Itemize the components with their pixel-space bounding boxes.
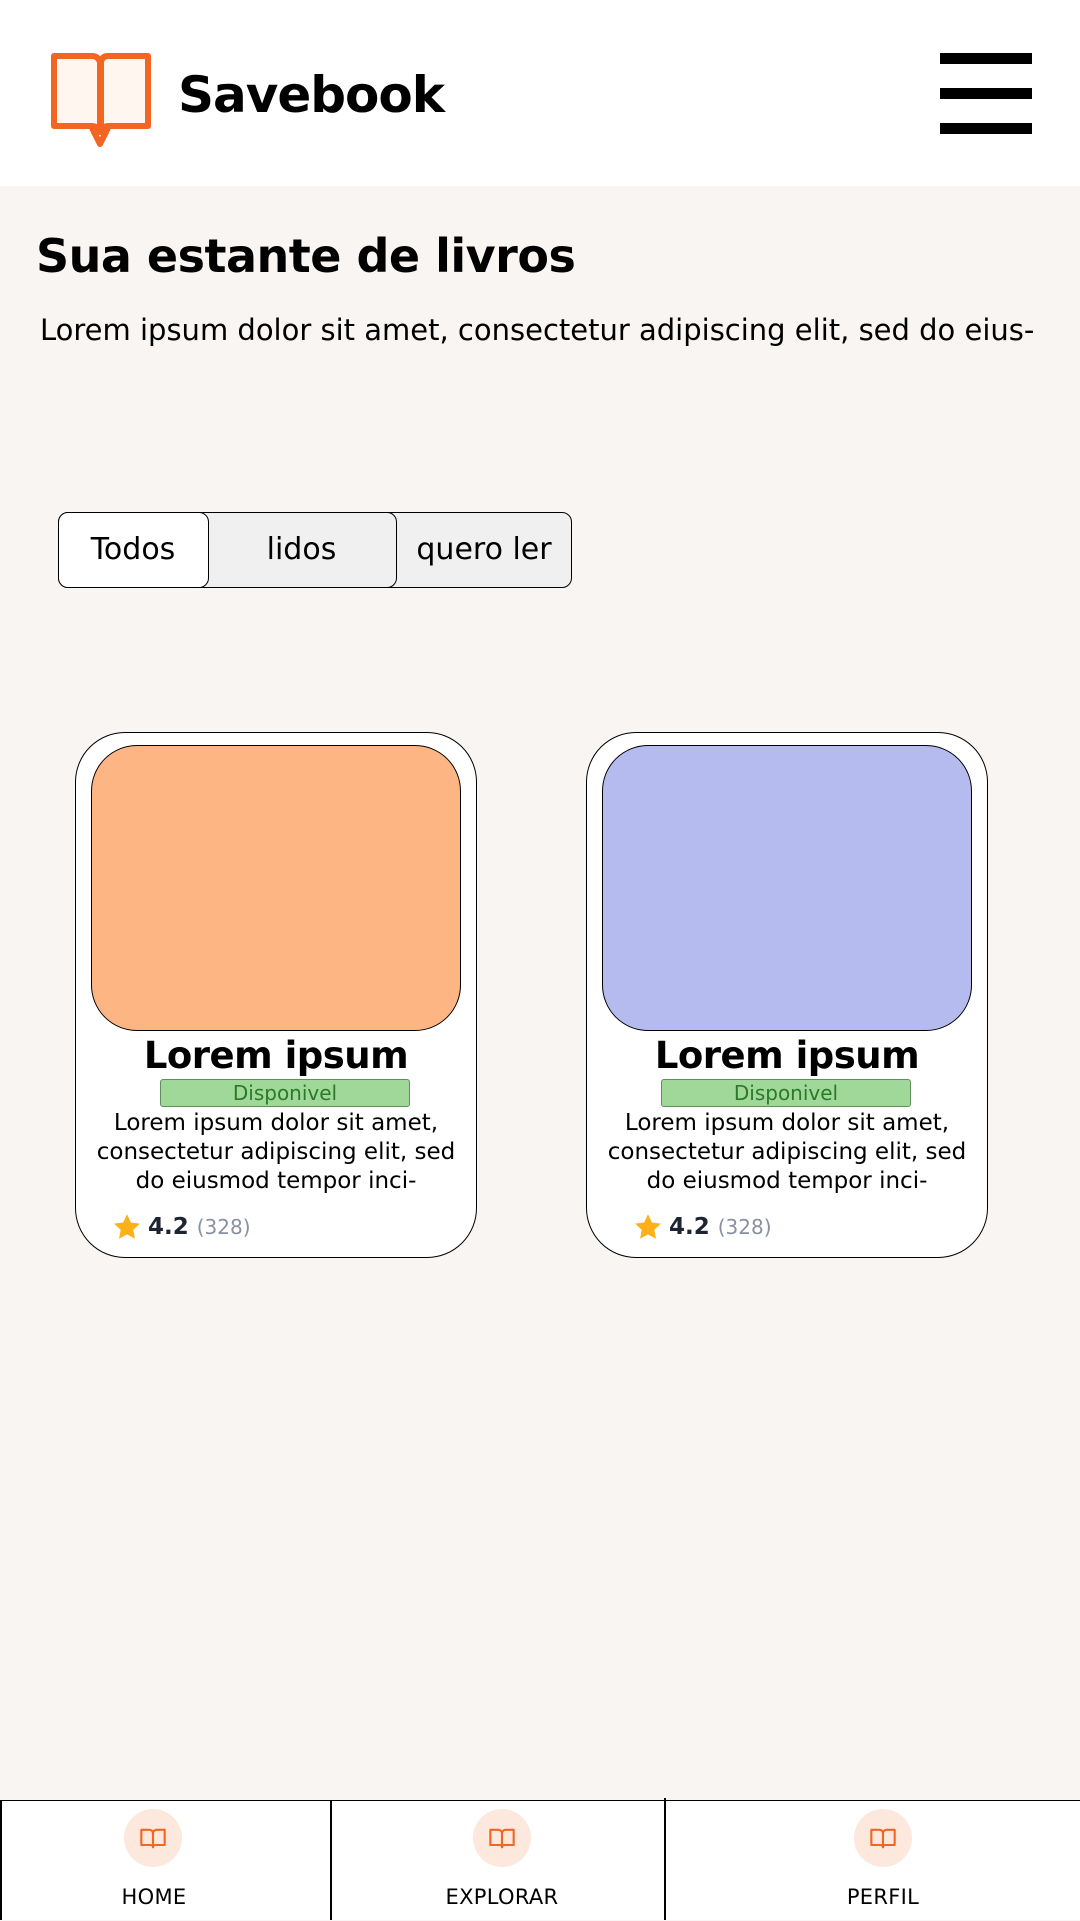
book-title: Lorem ipsum xyxy=(143,1034,409,1077)
page-title: Sua estante de livros xyxy=(36,229,576,283)
review-count: (328) xyxy=(717,1215,772,1239)
app-header: Savebook xyxy=(0,0,1080,186)
book-title: Lorem ipsum xyxy=(654,1034,920,1077)
star-icon xyxy=(635,1214,661,1239)
nav-divider xyxy=(0,1800,2,1920)
book-icon xyxy=(489,1828,515,1849)
brand-name: Savebook xyxy=(178,66,445,124)
nav-divider xyxy=(330,1800,332,1920)
nav-home[interactable]: HOME xyxy=(0,1801,330,1921)
book-icon xyxy=(140,1828,166,1849)
nav-explorar[interactable]: EXPLORAR xyxy=(330,1801,664,1921)
book-card[interactable]: Lorem ipsum Disponivel Lorem ipsum dolor… xyxy=(586,732,988,1258)
book-cover xyxy=(91,745,461,1031)
nav-icon-bg xyxy=(473,1809,531,1867)
nav-label: PERFIL xyxy=(846,1885,920,1909)
rating-score: 4.2 xyxy=(148,1214,189,1240)
review-count: (328) xyxy=(196,1215,251,1239)
nav-divider xyxy=(664,1798,666,1920)
nav-icon-bg xyxy=(124,1809,182,1867)
book-cover xyxy=(602,745,972,1031)
nav-label: HOME xyxy=(121,1885,187,1909)
page-subtitle: Lorem ipsum dolor sit amet, consectetur … xyxy=(40,313,1035,347)
tab-lidos[interactable]: lidos xyxy=(207,511,397,588)
menu-line xyxy=(940,123,1032,134)
nav-label: EXPLORAR xyxy=(445,1885,559,1909)
menu-line xyxy=(940,53,1032,64)
book-rating: 4.2 (328) xyxy=(633,1209,772,1245)
tab-quero-ler[interactable]: quero ler xyxy=(397,512,571,588)
rating-score: 4.2 xyxy=(669,1214,710,1240)
menu-line xyxy=(940,88,1032,99)
status-badge: Disponivel xyxy=(661,1079,911,1107)
nav-icon-bg xyxy=(854,1809,912,1867)
star-icon xyxy=(114,1214,140,1239)
book-icon xyxy=(870,1828,896,1849)
tab-todos[interactable]: Todos xyxy=(57,511,209,588)
book-card[interactable]: Lorem ipsum Disponivel Lorem ipsum dolor… xyxy=(75,732,477,1258)
status-badge: Disponivel xyxy=(160,1079,410,1107)
filter-tabs: Todos lidos quero ler xyxy=(57,511,572,588)
book-rating: 4.2 (328) xyxy=(112,1209,251,1245)
book-description: Lorem ipsum dolor sit amet, consectetur … xyxy=(607,1110,967,1194)
book-description: Lorem ipsum dolor sit amet, consectetur … xyxy=(96,1110,456,1194)
open-book-icon xyxy=(51,53,151,147)
nav-perfil[interactable]: PERFIL xyxy=(664,1801,1080,1921)
hamburger-menu-button[interactable] xyxy=(938,50,1034,136)
bottom-navigation: HOME EXPLORAR PERFIL xyxy=(0,1800,1080,1920)
